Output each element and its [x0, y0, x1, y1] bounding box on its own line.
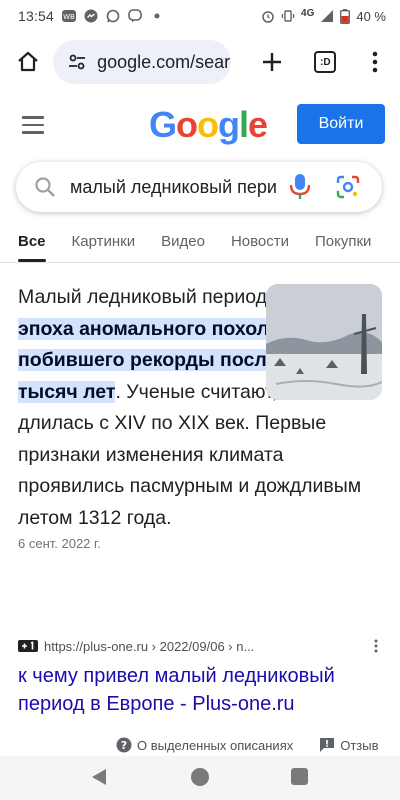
- status-bar: 13:54 WB 4G 40 %: [0, 0, 400, 32]
- tab-all[interactable]: Все: [18, 220, 46, 262]
- tune-icon[interactable]: [65, 50, 89, 74]
- tab-images[interactable]: Картинки: [72, 220, 136, 262]
- signal-icon: [321, 10, 334, 22]
- search-input[interactable]: малый ледниковый период: [70, 177, 276, 198]
- more-vert-icon: [373, 51, 378, 73]
- featured-snippet: Малый ледниковый период — это эпоха аном…: [18, 282, 382, 551]
- browser-menu-button[interactable]: [361, 42, 390, 82]
- new-tab-button[interactable]: [253, 42, 292, 82]
- dot-icon: [154, 13, 160, 19]
- alarm-icon: [262, 11, 274, 23]
- plus-one-favicon-icon: [18, 638, 38, 654]
- search-tabs: Все Картинки Видео Новости Покупки: [0, 220, 400, 262]
- tabs-icon: :D: [314, 51, 337, 73]
- home-icon: [17, 51, 38, 72]
- whatsapp-icon: [106, 9, 120, 23]
- address-bar[interactable]: google.com/search: [53, 40, 231, 84]
- google-logo-letter: G: [149, 104, 177, 145]
- snippet-footer: ? О выделенных описаниях Отзыв: [116, 734, 400, 756]
- search-icon: [35, 177, 55, 197]
- tab-shopping[interactable]: Покупки: [315, 220, 371, 262]
- messenger-icon: [84, 9, 98, 23]
- battery-level: 40 %: [356, 8, 386, 24]
- recents-icon[interactable]: [291, 768, 308, 785]
- address-url: google.com/search: [97, 51, 231, 72]
- google-logo-letter: o: [197, 104, 219, 145]
- feedback-link[interactable]: Отзыв: [340, 738, 378, 753]
- about-snippets-link[interactable]: О выделенных описаниях: [137, 738, 293, 753]
- tab-video[interactable]: Видео: [161, 220, 205, 262]
- google-logo[interactable]: Google: [149, 104, 268, 146]
- google-logo-letter: o: [176, 104, 198, 145]
- google-logo-letter: l: [239, 104, 249, 145]
- microphone-icon[interactable]: [288, 173, 312, 201]
- snippet-date: 6 сент. 2022 г.: [18, 536, 101, 551]
- status-time: 13:54: [18, 8, 55, 24]
- result-source[interactable]: https://plus-one.ru › 2022/09/06 › n...: [18, 636, 382, 656]
- google-header: Google Войти: [0, 100, 400, 150]
- snippet-image[interactable]: [266, 284, 382, 400]
- search-result: https://plus-one.ru › 2022/09/06 › n... …: [18, 636, 382, 718]
- tab-switcher-button[interactable]: :D: [306, 42, 345, 82]
- network-type: 4G: [301, 7, 315, 19]
- menu-icon[interactable]: [22, 116, 44, 134]
- tabs-divider: [0, 262, 400, 263]
- google-logo-letter: g: [218, 104, 240, 145]
- tab-news[interactable]: Новости: [231, 220, 289, 262]
- wb-notification-icon: WB: [62, 10, 77, 22]
- home-nav-icon[interactable]: [191, 768, 209, 786]
- back-icon[interactable]: [90, 768, 108, 786]
- vibrate-icon: [281, 10, 295, 22]
- login-button[interactable]: Войти: [297, 104, 385, 144]
- svg-text:WB: WB: [63, 13, 75, 21]
- svg-text:?: ?: [121, 739, 127, 752]
- browser-toolbar: google.com/search :D: [0, 32, 400, 92]
- feedback-icon: [320, 738, 335, 752]
- google-logo-letter: e: [248, 104, 268, 145]
- result-more-button[interactable]: [370, 636, 382, 656]
- result-title-link[interactable]: к чему привел малый ледниковый период в …: [18, 662, 382, 718]
- search-box[interactable]: малый ледниковый период: [16, 162, 382, 212]
- system-nav-bar: [0, 756, 400, 800]
- viber-icon: [128, 9, 142, 23]
- google-lens-icon[interactable]: [336, 175, 360, 199]
- home-button[interactable]: [10, 44, 45, 80]
- more-vert-icon: [374, 639, 378, 653]
- plus-icon: [263, 53, 282, 71]
- result-url: https://plus-one.ru › 2022/09/06 › n...: [44, 638, 255, 654]
- help-icon: ?: [116, 737, 132, 753]
- battery-icon: [340, 8, 351, 24]
